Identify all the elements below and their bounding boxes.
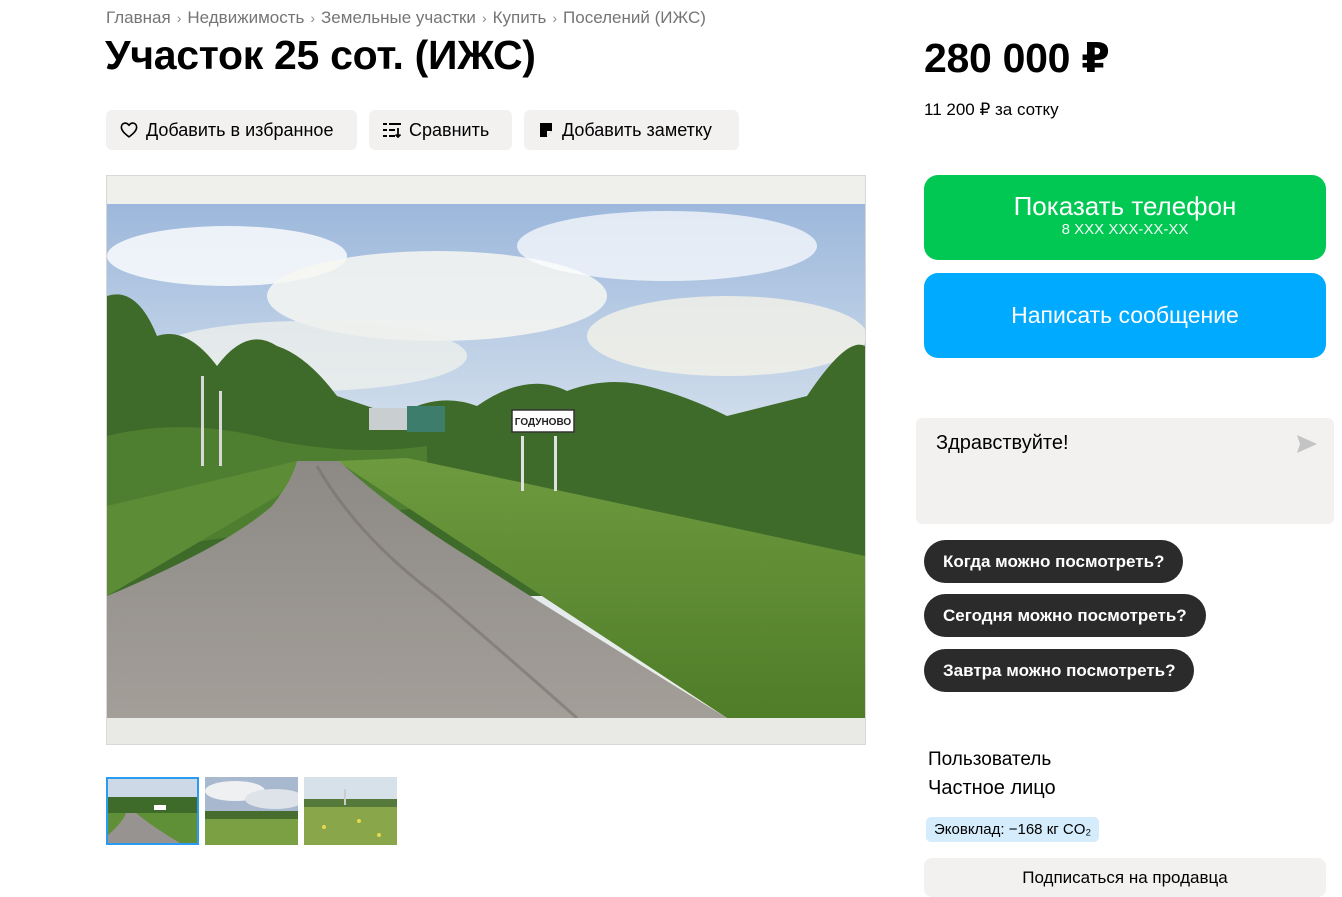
breadcrumb: Главная › Недвижимость › Земельные участ… <box>106 6 706 30</box>
show-phone-label: Показать телефон <box>1013 191 1237 221</box>
message-input[interactable]: Здравствуйте! <box>916 418 1334 524</box>
add-note-button[interactable]: Добавить заметку <box>524 110 739 150</box>
show-phone-button[interactable]: Показать телефон 8 XXX XXX-XX-XX <box>924 175 1326 260</box>
field-cloudy-thumbnail-image <box>205 777 298 845</box>
quick-reply-tomorrow[interactable]: Завтра можно посмотреть? <box>924 649 1195 692</box>
quick-reply-label: Завтра можно посмотреть? <box>943 660 1176 680</box>
thumbnail-2[interactable] <box>205 777 298 845</box>
send-icon[interactable] <box>1296 434 1318 454</box>
meadow-thumbnail-image <box>304 777 397 845</box>
quick-reply-today[interactable]: Сегодня можно посмотреть? <box>924 594 1206 637</box>
village-sign-text: ГОДУНОВО <box>515 417 572 428</box>
price-per-unit: 11 200 ₽ за сотку <box>924 100 1059 119</box>
breadcrumb-separator: › <box>552 10 558 26</box>
subscribe-seller-label: Подписаться на продавца <box>1022 867 1228 887</box>
compare-label: Сравнить <box>409 119 490 140</box>
quick-reply-when[interactable]: Когда можно посмотреть? <box>924 540 1184 583</box>
breadcrumb-separator: › <box>176 10 182 26</box>
breadcrumb-item-land[interactable]: Земельные участки <box>321 8 476 28</box>
write-message-button[interactable]: Написать сообщение <box>924 273 1326 358</box>
thumbnail-3[interactable] <box>304 777 397 845</box>
road-landscape-image: ГОДУНОВО <box>107 176 865 744</box>
breadcrumb-item-home[interactable]: Главная <box>106 8 171 28</box>
add-to-favorites-label: Добавить в избранное <box>146 119 334 140</box>
seller-type: Пользователь <box>928 749 1052 770</box>
compare-icon <box>383 123 401 138</box>
breadcrumb-item-category[interactable]: Поселений (ИЖС) <box>563 8 706 28</box>
seller-name[interactable]: Частное лицо <box>928 777 1056 800</box>
subscribe-seller-button[interactable]: Подписаться на продавца <box>924 858 1326 897</box>
note-icon <box>540 123 552 137</box>
road-thumbnail-image <box>108 779 197 843</box>
breadcrumb-separator: › <box>481 10 487 26</box>
write-message-label: Написать сообщение <box>1011 302 1239 328</box>
main-photo[interactable]: ГОДУНОВО <box>106 175 866 745</box>
message-text: Здравствуйте! <box>936 432 1069 454</box>
phone-mask: 8 XXX XXX-XX-XX <box>1061 221 1189 238</box>
breadcrumb-item-buy[interactable]: Купить <box>493 8 547 28</box>
breadcrumb-separator: › <box>310 10 316 26</box>
breadcrumb-item-real-estate[interactable]: Недвижимость <box>187 8 304 28</box>
quick-reply-label: Сегодня можно посмотреть? <box>943 605 1187 625</box>
add-to-favorites-button[interactable]: Добавить в избранное <box>106 110 357 150</box>
add-note-label: Добавить заметку <box>562 119 712 140</box>
compare-button[interactable]: Сравнить <box>369 110 512 150</box>
thumbnail-1[interactable] <box>106 777 199 845</box>
quick-reply-label: Когда можно посмотреть? <box>943 551 1165 571</box>
eco-badge[interactable]: Эковклад: −168 кг CO₂ <box>926 817 1100 842</box>
price: 280 000 ₽ <box>924 35 1110 81</box>
page-title: Участок 25 сот. (ИЖС) <box>105 32 536 78</box>
heart-icon <box>120 122 138 138</box>
